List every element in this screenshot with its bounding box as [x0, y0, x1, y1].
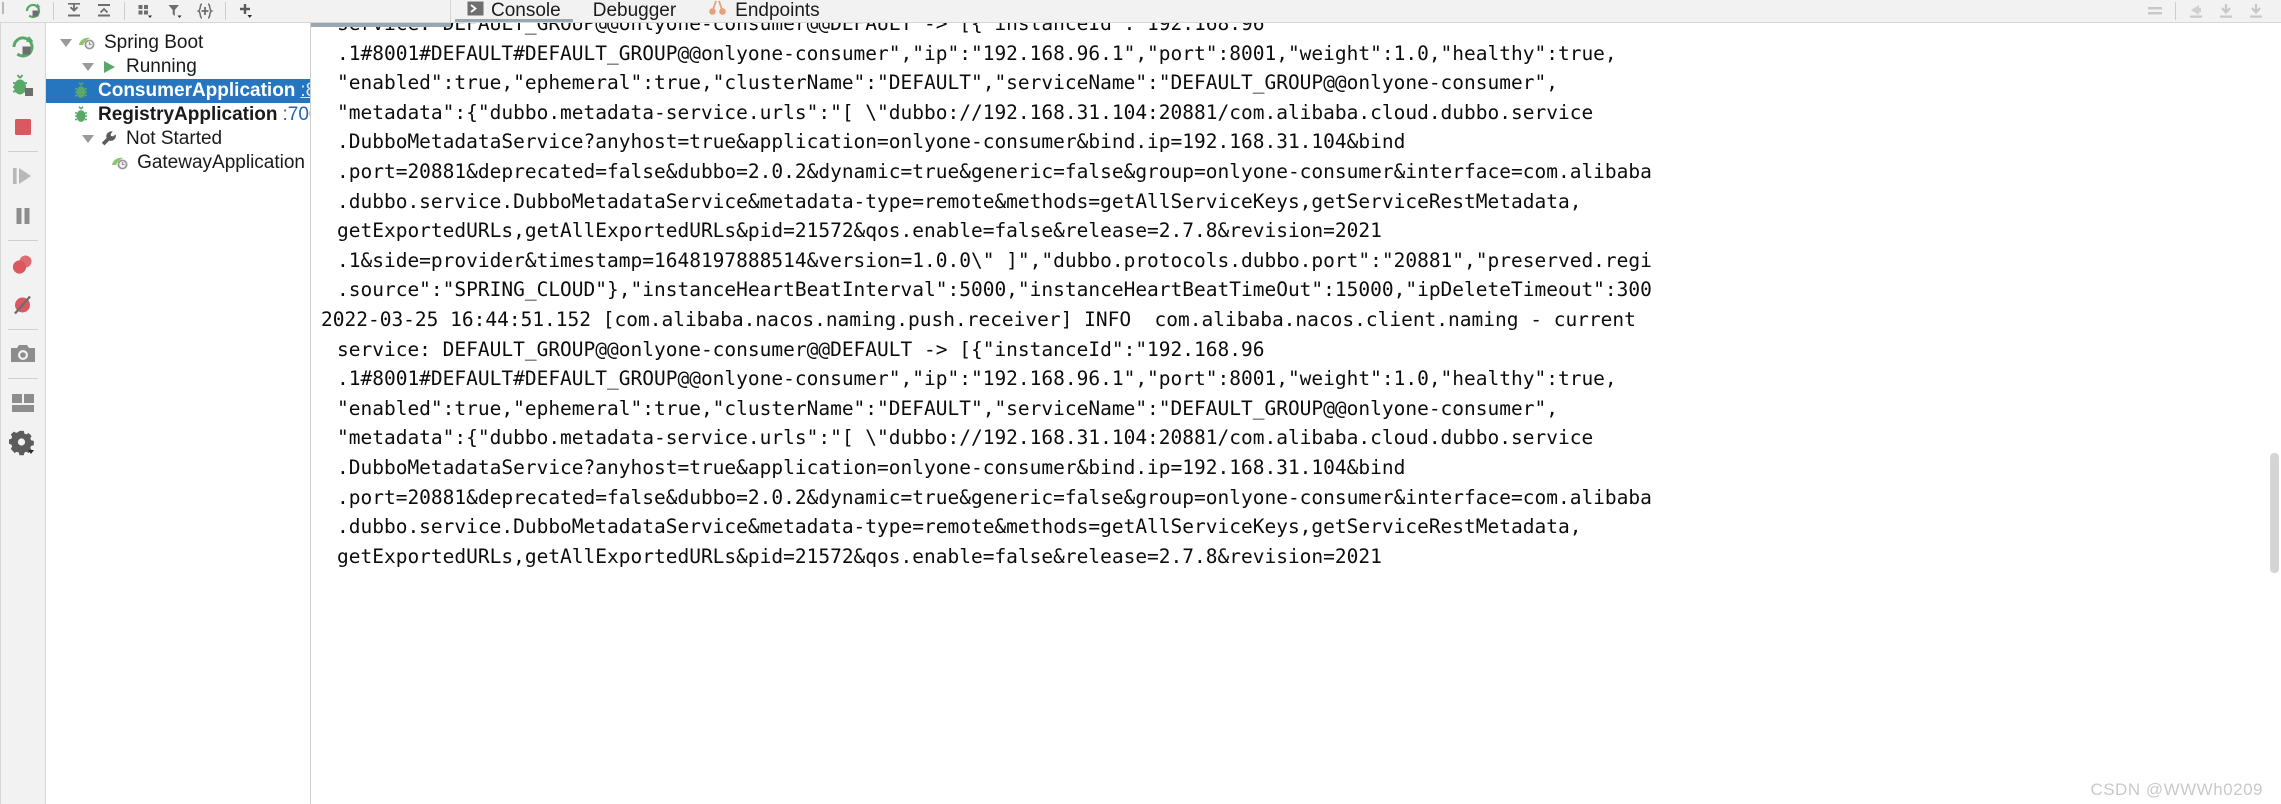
toolbar-edge-marker	[2, 2, 4, 14]
console-line: "metadata":{"dubbo.metadata-service.urls…	[337, 100, 1594, 124]
toolbar-divider	[225, 2, 226, 20]
run-green-triangle-icon	[98, 57, 120, 77]
rerun-service-icon[interactable]	[3, 27, 43, 67]
wrench-icon	[98, 129, 120, 149]
layout-settings-icon[interactable]	[3, 383, 43, 423]
console-line: .source":"SPRING_CLOUD"},"instanceHeartB…	[337, 278, 1652, 302]
scrollbar-thumb[interactable]	[2270, 452, 2279, 573]
console-line: getExportedURLs,getAllExportedURLs&pid=2…	[337, 219, 1382, 243]
console-line: .port=20881&deprecated=false&dubbo=2.0.2…	[337, 485, 1652, 509]
add-icon[interactable]	[231, 0, 261, 22]
tree-node-registryapplication[interactable]: RegistryApplication :7001	[46, 103, 310, 127]
console-line: .DubboMetadataService?anyhost=true&appli…	[337, 130, 1406, 154]
endpoints-icon	[708, 0, 728, 22]
scroll-bottom-icon[interactable]	[2241, 0, 2271, 22]
debug-icon[interactable]	[3, 67, 43, 107]
tab-endpoints-label: Endpoints	[735, 0, 820, 21]
console-progress-indicator	[311, 23, 451, 27]
tree-node-consumerapplication[interactable]: ConsumerApplication :80	[46, 79, 310, 103]
tree-node-gatewayapplication[interactable]: GatewayApplication	[46, 151, 310, 175]
console-line: .dubbo.service.DubboMetadataService&meta…	[337, 515, 1582, 539]
console-line: getExportedURLs,getAllExportedURLs&pid=2…	[337, 544, 1382, 568]
tree-node-label: RegistryApplication	[98, 104, 278, 125]
console-line: .1&side=provider&timestamp=1648197888514…	[337, 248, 1652, 272]
tree-node-running[interactable]: Running	[46, 55, 310, 79]
spring-boot-icon	[76, 33, 98, 53]
tree-node-port[interactable]: :80	[300, 80, 310, 102]
toolbar-divider	[2175, 2, 2176, 20]
expand-all-icon[interactable]	[59, 0, 89, 22]
console-line: .1#8001#DEFAULT#DEFAULT_GROUP@@onlyone-c…	[337, 367, 1617, 391]
debug-action-rail	[0, 23, 46, 804]
tab-endpoints[interactable]: Endpoints	[692, 0, 836, 22]
console-line: "metadata":{"dubbo.metadata-service.urls…	[337, 426, 1594, 450]
view-breakpoints-icon[interactable]	[3, 245, 43, 285]
filter-icon[interactable]	[160, 0, 190, 22]
tree-node-label: Running	[126, 56, 197, 77]
rerun-icon[interactable]	[18, 0, 48, 22]
rail-divider	[7, 329, 38, 330]
chevron-down-icon[interactable]	[78, 129, 98, 149]
console-line: .dubbo.service.DubboMetadataService&meta…	[337, 189, 1582, 213]
console-line: service: DEFAULT_GROUP@@onlyone-consumer…	[337, 23, 1265, 35]
rail-divider	[7, 378, 38, 379]
console-action-icons	[2140, 0, 2281, 22]
console-text: service: DEFAULT_GROUP@@onlyone-consumer…	[311, 23, 2281, 571]
tree-node-label: Not Started	[126, 128, 223, 149]
collapse-all-icon[interactable]	[89, 0, 119, 22]
run-tabs: Console Debugger Endpoints	[450, 0, 2281, 22]
console-icon	[467, 0, 484, 22]
run-tool-window: Console Debugger Endpoints Spring Boot R…	[0, 0, 2281, 804]
chevron-down-icon[interactable]	[56, 33, 76, 53]
console-line: "enabled":true,"ephemeral":true,"cluster…	[337, 396, 1558, 420]
scroll-to-end-icon[interactable]	[2181, 0, 2211, 22]
console-line: "enabled":true,"ephemeral":true,"cluster…	[337, 71, 1558, 95]
toolbar-left-group	[0, 0, 450, 22]
tree-node-label: ConsumerApplication	[98, 80, 296, 101]
debug-bug-icon	[70, 105, 92, 125]
tab-console-label: Console	[491, 0, 561, 21]
console-line: .DubboMetadataService?anyhost=true&appli…	[337, 455, 1406, 479]
console-line: .1#8001#DEFAULT#DEFAULT_GROUP@@onlyone-c…	[337, 41, 1617, 65]
resume-program-icon[interactable]	[3, 156, 43, 196]
toolbar-divider	[124, 2, 125, 20]
chevron-down-icon[interactable]	[78, 57, 98, 77]
settings-gear-icon[interactable]	[3, 423, 43, 463]
group-by-icon[interactable]	[130, 0, 160, 22]
stop-icon[interactable]	[3, 107, 43, 147]
console-line: 2022-03-25 16:44:51.152 [com.alibaba.nac…	[321, 307, 1636, 331]
console-line: .port=20881&deprecated=false&dubbo=2.0.2…	[337, 159, 1652, 183]
top-toolbar: Console Debugger Endpoints	[0, 0, 2281, 23]
rail-divider	[7, 240, 38, 241]
tree-node-label: GatewayApplication	[137, 152, 305, 173]
spring-boot-icon	[109, 153, 131, 173]
brace-expression-icon[interactable]	[190, 0, 220, 22]
toolbar-divider	[53, 2, 54, 20]
tab-debugger-label: Debugger	[592, 0, 677, 21]
tree-node-not-started[interactable]: Not Started	[46, 127, 310, 151]
console-line: service: DEFAULT_GROUP@@onlyone-consumer…	[337, 337, 1265, 361]
soft-wrap-icon[interactable]	[2140, 0, 2170, 22]
tree-node-port[interactable]: :7001	[282, 104, 310, 126]
tree-node-label: Spring Boot	[104, 32, 204, 53]
services-tree[interactable]: Spring Boot Running ConsumerApplication …	[46, 23, 310, 804]
console-scrollbar[interactable]	[2268, 23, 2281, 804]
camera-snapshot-icon[interactable]	[3, 334, 43, 374]
scroll-down-icon[interactable]	[2211, 0, 2241, 22]
tab-debugger[interactable]: Debugger	[577, 0, 692, 22]
rail-divider	[7, 151, 38, 152]
pause-program-icon[interactable]	[3, 196, 43, 236]
tree-node-spring-boot[interactable]: Spring Boot	[46, 31, 310, 55]
tab-console[interactable]: Console	[451, 0, 577, 22]
console-output[interactable]: service: DEFAULT_GROUP@@onlyone-consumer…	[311, 23, 2281, 804]
run-body: Spring Boot Running ConsumerApplication …	[0, 23, 2281, 804]
debug-bug-icon	[70, 81, 92, 101]
watermark: CSDN @WWWh0209	[2090, 780, 2263, 799]
mute-breakpoints-icon[interactable]	[3, 285, 43, 325]
